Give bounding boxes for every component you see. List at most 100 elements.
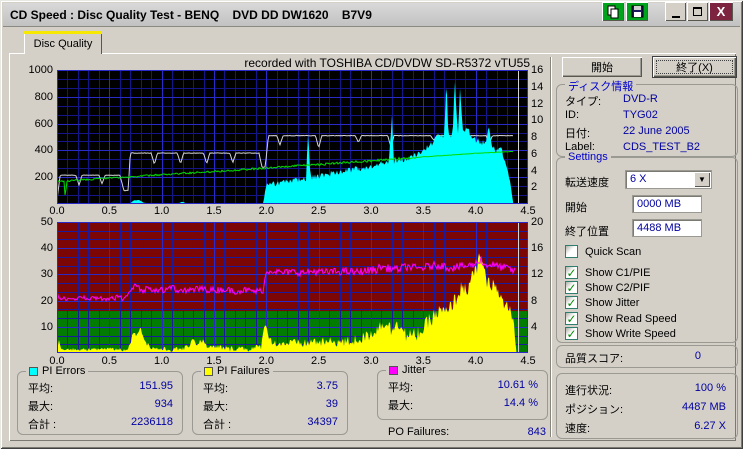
jitter-title: Jitter <box>402 364 426 376</box>
disc-type-value: DVD-R <box>623 93 658 105</box>
settings-group: Settings 転送速度 6 X ▼ 開始 0000 MB 終了位置 4488… <box>556 151 738 343</box>
quality-score-label: 品質スコア: <box>565 353 624 365</box>
max-label: 最大: <box>388 400 414 412</box>
checkbox-show-c1-pie[interactable]: ✓ <box>565 266 578 279</box>
y-axis-tick: 800 <box>34 90 53 103</box>
maximize-icon <box>693 7 702 16</box>
position-value: 4487 MB <box>681 401 726 413</box>
total-label: 合計 : <box>203 419 232 431</box>
x-axis-tick: 4.5 <box>520 355 536 367</box>
disc-type-label: タイプ: <box>565 96 602 108</box>
y-axis-tick: 50 <box>40 216 53 228</box>
end-pos-input[interactable]: 4488 MB <box>632 219 702 237</box>
exit-button[interactable]: 終了(X) <box>652 56 737 78</box>
disc-id-value: TYG02 <box>623 109 658 121</box>
chart-header: recorded with TOSHIBA CD/DVDW SD-R5372 v… <box>244 56 530 70</box>
maximize-button[interactable] <box>687 2 708 21</box>
pi-errors-swatch <box>29 366 38 376</box>
pi-errors-total: 2236118 <box>130 416 173 428</box>
avg-label: 平均: <box>203 383 229 395</box>
y-axis-tick: 600 <box>34 117 53 130</box>
y-axis-tick: 1000 <box>28 64 53 76</box>
pi-errors-avg: 151.95 <box>139 380 173 392</box>
checkbox-show-read-speed[interactable]: ✓ <box>565 312 578 325</box>
y-axis-right-tick: 12 <box>531 268 544 281</box>
x-axis-tick: 1.0 <box>154 205 170 217</box>
x-axis-tick: 3.0 <box>363 355 379 367</box>
quality-score-value: 0 <box>694 350 701 362</box>
disc-id-label: ID: <box>565 109 580 121</box>
disc-info-group: ディスク情報 タイプ: DVD-R ID: TYG02 日付: 22 June … <box>556 78 738 157</box>
progress-value: 100 % <box>694 382 726 394</box>
jitter-avg: 10.61 % <box>497 379 538 391</box>
checkbox-show-c2-pif[interactable]: ✓ <box>565 281 578 294</box>
start-pos-input[interactable]: 0000 MB <box>632 195 702 213</box>
x-axis-tick: 2.5 <box>311 355 327 367</box>
close-button[interactable]: X <box>709 2 733 21</box>
speed-select[interactable]: 6 X ▼ <box>625 170 712 189</box>
position-label: ポジション: <box>565 404 624 416</box>
y-axis-right-tick: 14 <box>531 80 544 93</box>
y-axis-right-tick: 4 <box>531 164 538 177</box>
pi-failures-total: 34397 <box>307 416 338 428</box>
copy-icon <box>607 5 619 18</box>
tab-strip: Disc Quality <box>0 30 743 54</box>
y-axis-tick: 40 <box>40 242 53 255</box>
y-axis-right-tick: 4 <box>531 320 538 333</box>
checkbox-show-write-speed[interactable]: ✓ <box>565 327 578 340</box>
jitter-max: 14.4 % <box>503 397 538 409</box>
tab-disc-quality[interactable]: Disc Quality <box>24 31 102 54</box>
check-icon: ✓ <box>566 265 577 280</box>
jitter-stats-box: Jitter 平均: 10.61 % 最大: 14.4 % <box>377 364 548 420</box>
y-axis-right-tick: 8 <box>531 131 538 143</box>
po-failures-row: PO Failures: 843 <box>388 426 546 438</box>
start-button[interactable]: 開始 <box>562 57 642 77</box>
total-label: 合計 : <box>28 419 57 431</box>
checkbox-show-jitter[interactable]: ✓ <box>565 296 578 309</box>
app-window: CD Speed : Disc Quality Test - BENQ DVD … <box>0 0 743 449</box>
end-pos-label: 終了位置 <box>565 226 609 238</box>
x-axis-tick: 1.0 <box>154 355 170 367</box>
disc-date-value: 22 June 2005 <box>623 125 690 137</box>
speed-readout-label: 速度: <box>565 423 591 435</box>
save-floppy-icon <box>631 5 643 18</box>
minimize-button[interactable] <box>665 2 686 21</box>
max-label: 最大: <box>203 401 229 413</box>
avg-label: 平均: <box>28 383 54 395</box>
pi-failures-title: PI Failures <box>217 365 270 377</box>
check-icon: ✓ <box>566 280 577 295</box>
po-failures-value: 843 <box>527 426 546 438</box>
speed-value: 6 X <box>630 173 647 185</box>
chevron-down-icon[interactable]: ▼ <box>694 172 710 187</box>
save-button[interactable] <box>626 2 648 21</box>
y-axis-right-tick: 20 <box>531 216 544 228</box>
x-axis-tick: 1.5 <box>206 205 222 217</box>
y-axis-right-tick: 16 <box>531 64 544 76</box>
settings-title: Settings <box>565 151 611 163</box>
tab-label: Disc Quality <box>33 38 93 50</box>
jitter-pif-chart <box>57 222 528 353</box>
x-axis-tick: 3.0 <box>363 205 379 217</box>
check-icon: ✓ <box>566 311 577 326</box>
y-axis-tick: 10 <box>40 320 53 333</box>
y-axis-tick: 400 <box>34 144 53 157</box>
x-axis-tick: 4.0 <box>468 205 484 217</box>
pi-errors-title: PI Errors <box>42 365 86 377</box>
checkbox-quick-scan[interactable]: ✓ <box>565 245 578 258</box>
quality-score-group: 品質スコア: 0 <box>556 345 738 368</box>
y-axis-tick: 20 <box>40 294 53 307</box>
copy-to-clipboard-button[interactable] <box>602 2 624 21</box>
minimize-icon <box>671 15 680 18</box>
y-axis-tick: 30 <box>40 268 53 281</box>
checkbox-show-c1-pie-label: Show C1/PIE <box>585 267 651 279</box>
x-axis-tick: 0.5 <box>101 205 117 217</box>
max-label: 最大: <box>28 401 54 413</box>
speed-readout-value: 6.27 X <box>694 420 726 432</box>
pi-errors-chart <box>57 70 528 204</box>
y-axis-right-tick: 10 <box>531 114 544 127</box>
check-icon: ✓ <box>566 295 577 310</box>
x-axis-tick: 0.5 <box>101 355 117 367</box>
close-icon: X <box>716 4 726 19</box>
pi-failures-stats-box: PI Failures 平均: 3.75 最大: 39 合計 : 34397 <box>192 365 348 435</box>
y-axis-tick: 200 <box>34 171 53 184</box>
